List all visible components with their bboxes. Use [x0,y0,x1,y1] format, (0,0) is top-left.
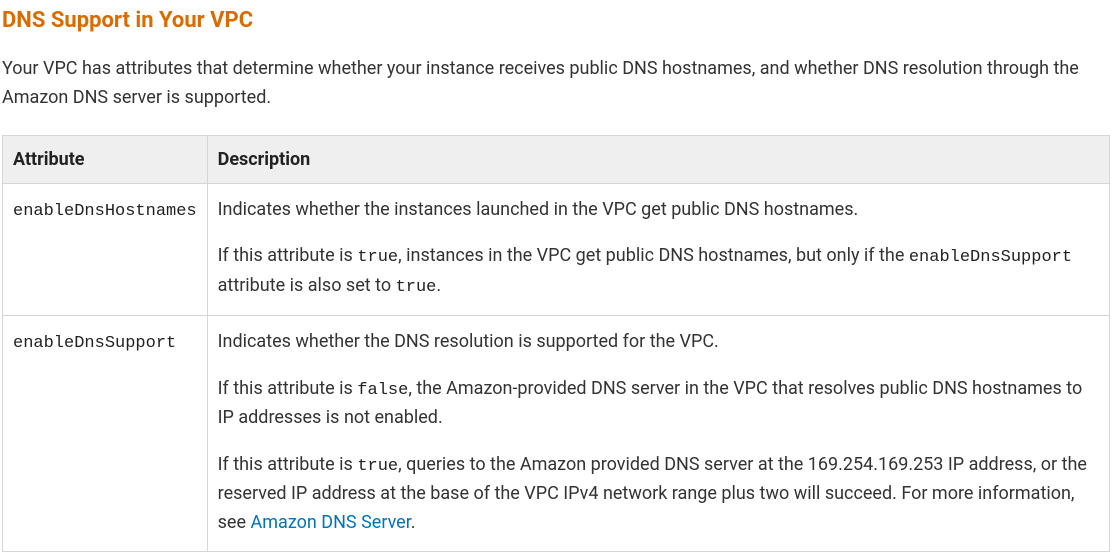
inline-code: true [396,278,437,297]
inline-code: true [357,248,398,267]
col-header-attribute: Attribute [3,135,208,183]
attr-code: enableDnsHostnames [13,202,197,221]
inline-code: false [357,381,408,400]
section-heading: DNS Support in Your VPC [2,4,1110,37]
inline-code: true [357,457,398,476]
col-header-description: Description [207,135,1109,183]
description-cell: Indicates whether the DNS resolution is … [207,315,1109,552]
inline-code: enableDnsSupport [909,248,1072,267]
intro-paragraph: Your VPC has attributes that determine w… [2,55,1110,113]
table-row: enableDnsHostnames Indicates whether the… [3,183,1110,315]
desc-paragraph: Indicates whether the instances launched… [218,196,1099,225]
desc-paragraph: If this attribute is true, queries to th… [218,451,1099,538]
desc-paragraph: Indicates whether the DNS resolution is … [218,328,1099,357]
attr-cell: enableDnsSupport [3,315,208,552]
table-row: enableDnsSupport Indicates whether the D… [3,315,1110,552]
desc-paragraph: If this attribute is true, instances in … [218,242,1099,300]
desc-paragraph: If this attribute is false, the Amazon-p… [218,375,1099,433]
attr-code: enableDnsSupport [13,334,176,353]
attributes-table: Attribute Description enableDnsHostnames… [2,135,1110,553]
attr-cell: enableDnsHostnames [3,183,208,315]
description-cell: Indicates whether the instances launched… [207,183,1109,315]
dns-server-link[interactable]: Amazon DNS Server [251,512,411,533]
